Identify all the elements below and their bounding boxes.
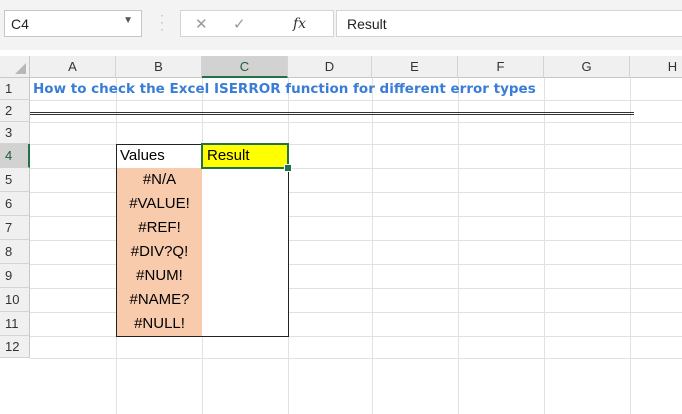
formula-input[interactable]: Result [336, 10, 682, 37]
gridline [30, 358, 682, 359]
row-header-11[interactable]: 11 [0, 312, 30, 336]
gridline [30, 122, 682, 123]
name-box-value: C4 [11, 16, 29, 32]
row-header-9[interactable]: 9 [0, 264, 30, 288]
column-header-d[interactable]: D [288, 56, 372, 78]
row-header-7[interactable]: 7 [0, 216, 30, 240]
cancel-icon[interactable]: ✕ [195, 15, 208, 33]
value-cell[interactable]: #REF! [117, 216, 202, 240]
gridline [288, 78, 289, 414]
gridline [544, 78, 545, 414]
row-header-8[interactable]: 8 [0, 240, 30, 264]
gridline [458, 78, 459, 414]
formula-bar: C4 ▼ · · · ✕ ✓ fx Result [0, 0, 682, 50]
column-header-e[interactable]: E [372, 56, 458, 78]
value-cell[interactable]: #NUM! [117, 264, 202, 288]
value-cell[interactable]: #NULL! [117, 312, 202, 336]
row-header-6[interactable]: 6 [0, 192, 30, 216]
column-header-c[interactable]: C [202, 56, 288, 78]
title-underline-bottom [30, 114, 634, 115]
column-header-b[interactable]: B [116, 56, 202, 78]
column-header-h[interactable]: H [630, 56, 682, 78]
column-header-a[interactable]: A [30, 56, 116, 78]
dropdown-arrow-icon[interactable]: ▼ [123, 15, 133, 26]
gridline [372, 78, 373, 414]
insert-function-icon[interactable]: fx [293, 16, 306, 32]
formula-text: Result [347, 16, 387, 32]
column-header-f[interactable]: F [458, 56, 544, 78]
value-cell[interactable]: #DIV?Q! [117, 240, 202, 264]
fill-handle[interactable] [284, 164, 292, 172]
worksheet-grid[interactable]: A B C D E F G H 1 2 3 4 5 6 7 8 9 10 11 … [0, 56, 682, 414]
result-cells[interactable] [202, 168, 288, 336]
formula-buttons: ✕ ✓ fx [180, 10, 334, 37]
column-header-g[interactable]: G [544, 56, 630, 78]
value-cell[interactable]: #VALUE! [117, 192, 202, 216]
row-header-2[interactable]: 2 [0, 100, 30, 122]
row-header-10[interactable]: 10 [0, 288, 30, 312]
value-cell[interactable]: #N/A [117, 168, 202, 192]
active-cell-selection[interactable] [201, 143, 289, 169]
row-header-4[interactable]: 4 [0, 144, 30, 168]
row-header-12[interactable]: 12 [0, 336, 30, 358]
name-box[interactable]: C4 ▼ [4, 10, 142, 37]
select-all-icon [15, 63, 26, 74]
value-cell[interactable]: #NAME? [117, 288, 202, 312]
gridline [630, 78, 631, 414]
title-underline-top [30, 112, 634, 113]
sheet-title: How to check the Excel ISERROR function … [33, 81, 536, 97]
row-header-5[interactable]: 5 [0, 168, 30, 192]
enter-icon[interactable]: ✓ [233, 15, 246, 33]
select-all-button[interactable] [0, 56, 30, 78]
row-header-1[interactable]: 1 [0, 78, 30, 100]
gridline [30, 336, 682, 337]
values-header-cell[interactable]: Values [116, 144, 202, 168]
separator-dots-icon: · · · [160, 8, 164, 36]
row-header-3[interactable]: 3 [0, 122, 30, 144]
gridline [30, 100, 682, 101]
